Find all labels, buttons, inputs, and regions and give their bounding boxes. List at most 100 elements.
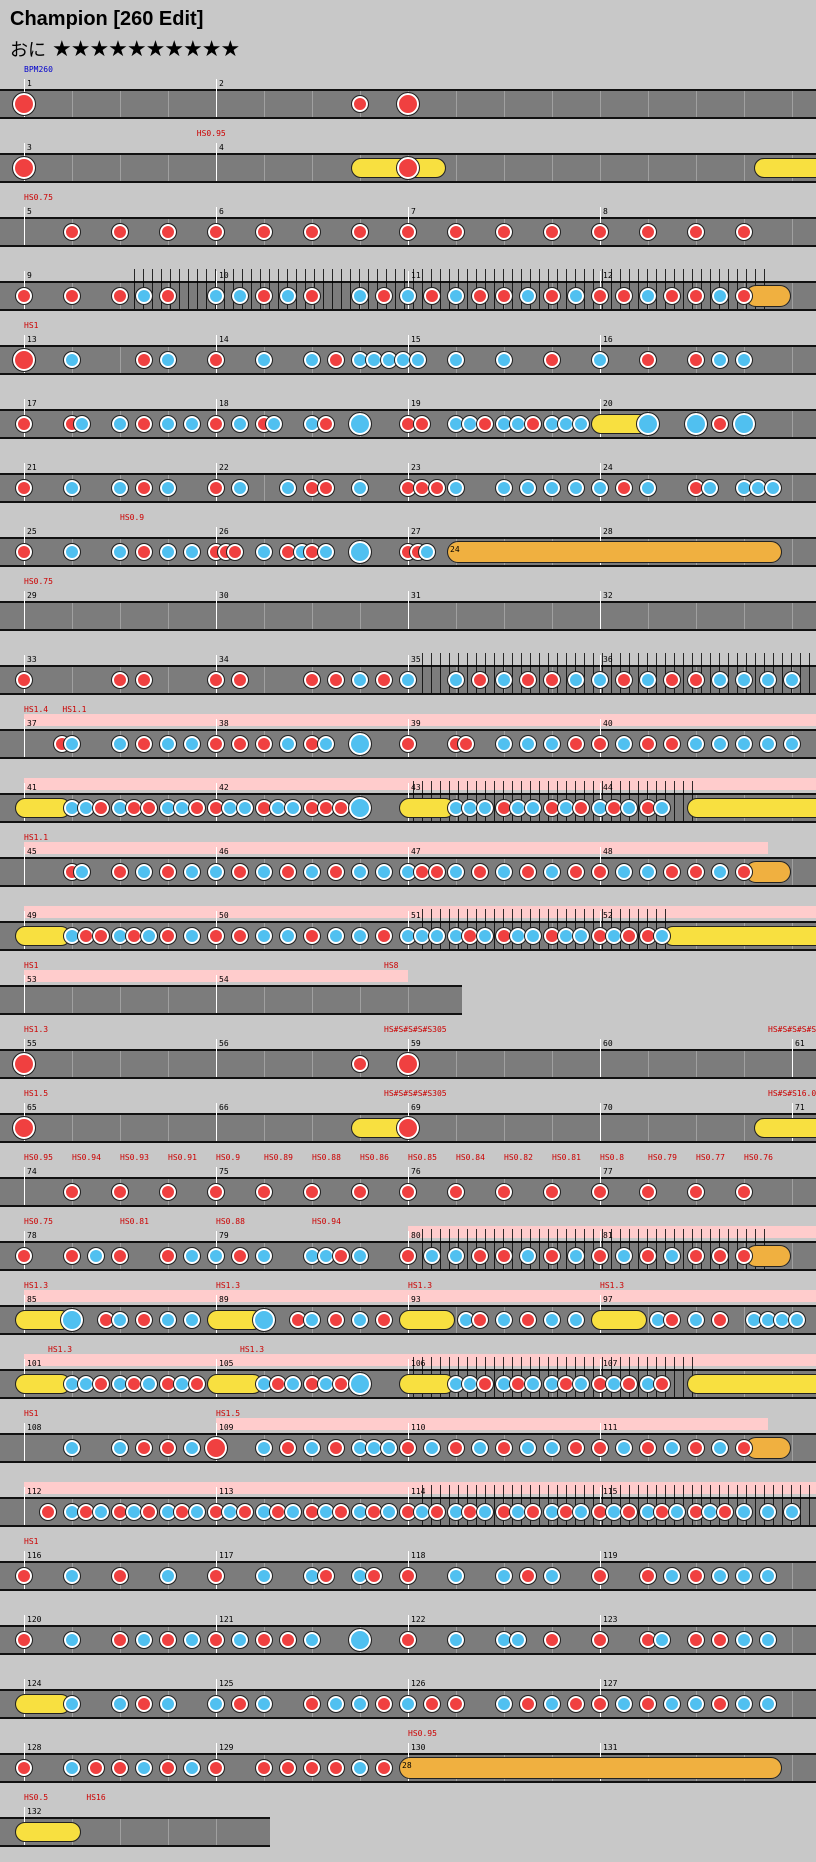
- measure-number: 132: [27, 1807, 42, 1816]
- big-ka-note: [348, 1372, 372, 1396]
- ka-note: [783, 735, 801, 753]
- don-note: [63, 1247, 81, 1265]
- don-note: [207, 415, 225, 433]
- don-note: [87, 1759, 105, 1777]
- don-note: [303, 927, 321, 945]
- measure-number: 3: [27, 143, 32, 152]
- ka-note: [639, 479, 657, 497]
- don-note: [125, 799, 144, 817]
- ka-note: [183, 927, 201, 945]
- lane: 120 121 122 123: [0, 1615, 816, 1655]
- measure-number: 6: [219, 207, 224, 216]
- big-don-note: [12, 156, 36, 180]
- measure-number: 85: [27, 1295, 37, 1304]
- measure-number: 19: [411, 399, 421, 408]
- ka-note: [591, 351, 609, 369]
- page-title: Champion [260 Edit]: [10, 8, 204, 30]
- don-note: [687, 1567, 705, 1585]
- don-note: [591, 287, 609, 305]
- measure-number: 7: [411, 207, 416, 216]
- don-note: [495, 223, 513, 241]
- don-note: [543, 1247, 561, 1265]
- big-ka-note: [348, 540, 372, 564]
- ka-note: [111, 543, 129, 561]
- measure-number: 2: [219, 79, 224, 88]
- ka-note: [303, 863, 321, 881]
- beat-line: [312, 91, 313, 117]
- don-note: [279, 1439, 297, 1457]
- ka-note: [759, 1567, 777, 1585]
- beat-line: [72, 987, 73, 1013]
- scroll-event: HS1.4: [24, 705, 49, 714]
- measure-number: 35: [411, 655, 421, 664]
- measure-number: 71: [795, 1103, 805, 1112]
- beat-line: [264, 987, 265, 1013]
- ka-note: [159, 543, 177, 561]
- beat-line: [120, 91, 121, 117]
- don-note: [135, 351, 153, 369]
- measure-number: 14: [219, 335, 229, 344]
- ka-note: [543, 479, 561, 497]
- measure-number: 21: [27, 463, 37, 472]
- ka-note: [135, 1759, 153, 1777]
- don-note: [687, 863, 705, 881]
- don-note: [303, 1759, 321, 1777]
- don-note: [413, 863, 432, 881]
- don-note: [399, 223, 417, 241]
- don-note: [456, 735, 475, 753]
- beat-line: [312, 155, 313, 181]
- beat-line: [792, 91, 793, 117]
- big-don-note: [12, 348, 36, 372]
- don-note: [399, 1183, 417, 1201]
- ka-note: [139, 1375, 158, 1393]
- ka-note: [317, 735, 336, 753]
- balloon: 1: [744, 861, 792, 883]
- beat-line: [504, 603, 505, 629]
- don-note: [91, 1375, 110, 1393]
- beat-line: [696, 91, 697, 117]
- don-note: [711, 415, 729, 433]
- don-note: [591, 223, 609, 241]
- measure-number: 37: [27, 719, 37, 728]
- don-note: [279, 1631, 297, 1649]
- measure-number: 39: [411, 719, 421, 728]
- ka-note: [303, 1439, 321, 1457]
- don-note: [231, 1695, 249, 1713]
- measure-number: 122: [411, 1615, 426, 1624]
- scroll-event: HS1.3: [24, 1025, 49, 1034]
- measure-number: 60: [603, 1039, 613, 1048]
- bar-line: [792, 1039, 793, 1077]
- don-note: [735, 1247, 753, 1265]
- ka-note: [111, 415, 129, 433]
- don-note: [399, 735, 417, 753]
- don-note: [423, 1695, 441, 1713]
- measure-number: 61: [795, 1039, 805, 1048]
- don-note: [327, 863, 345, 881]
- ka-note: [711, 1567, 729, 1585]
- ka-note: [303, 1311, 321, 1329]
- lane: 132 HS0.5 HS16: [0, 1793, 270, 1847]
- ka-note: [687, 1695, 705, 1713]
- ka-note: [283, 799, 302, 817]
- ka-note: [365, 1439, 384, 1457]
- lane: 65 66 69 70 71 HS1.5 HS#S#S#S#S305 HS#S#S16.05: [0, 1089, 816, 1143]
- ka-note: [183, 1759, 201, 1777]
- ka-note: [495, 671, 513, 689]
- chart-row: 13 14 15 16 HS1: [0, 321, 816, 390]
- ka-note: [317, 1503, 336, 1521]
- don-note: [327, 351, 345, 369]
- don-note: [591, 1631, 609, 1649]
- beat-line: [696, 1115, 697, 1141]
- don-note: [663, 287, 681, 305]
- ka-note: [557, 415, 576, 433]
- don-note: [139, 799, 158, 817]
- big-ka-note: [732, 412, 756, 436]
- scroll-event: HS0.94: [72, 1153, 101, 1162]
- ka-note: [567, 479, 585, 497]
- ka-note: [183, 415, 201, 433]
- ka-note: [235, 799, 254, 817]
- don-note: [327, 671, 345, 689]
- chart-row: 128 129 130 131 HS0.95 28: [0, 1729, 816, 1798]
- ka-note: [783, 1503, 801, 1521]
- don-note: [231, 671, 249, 689]
